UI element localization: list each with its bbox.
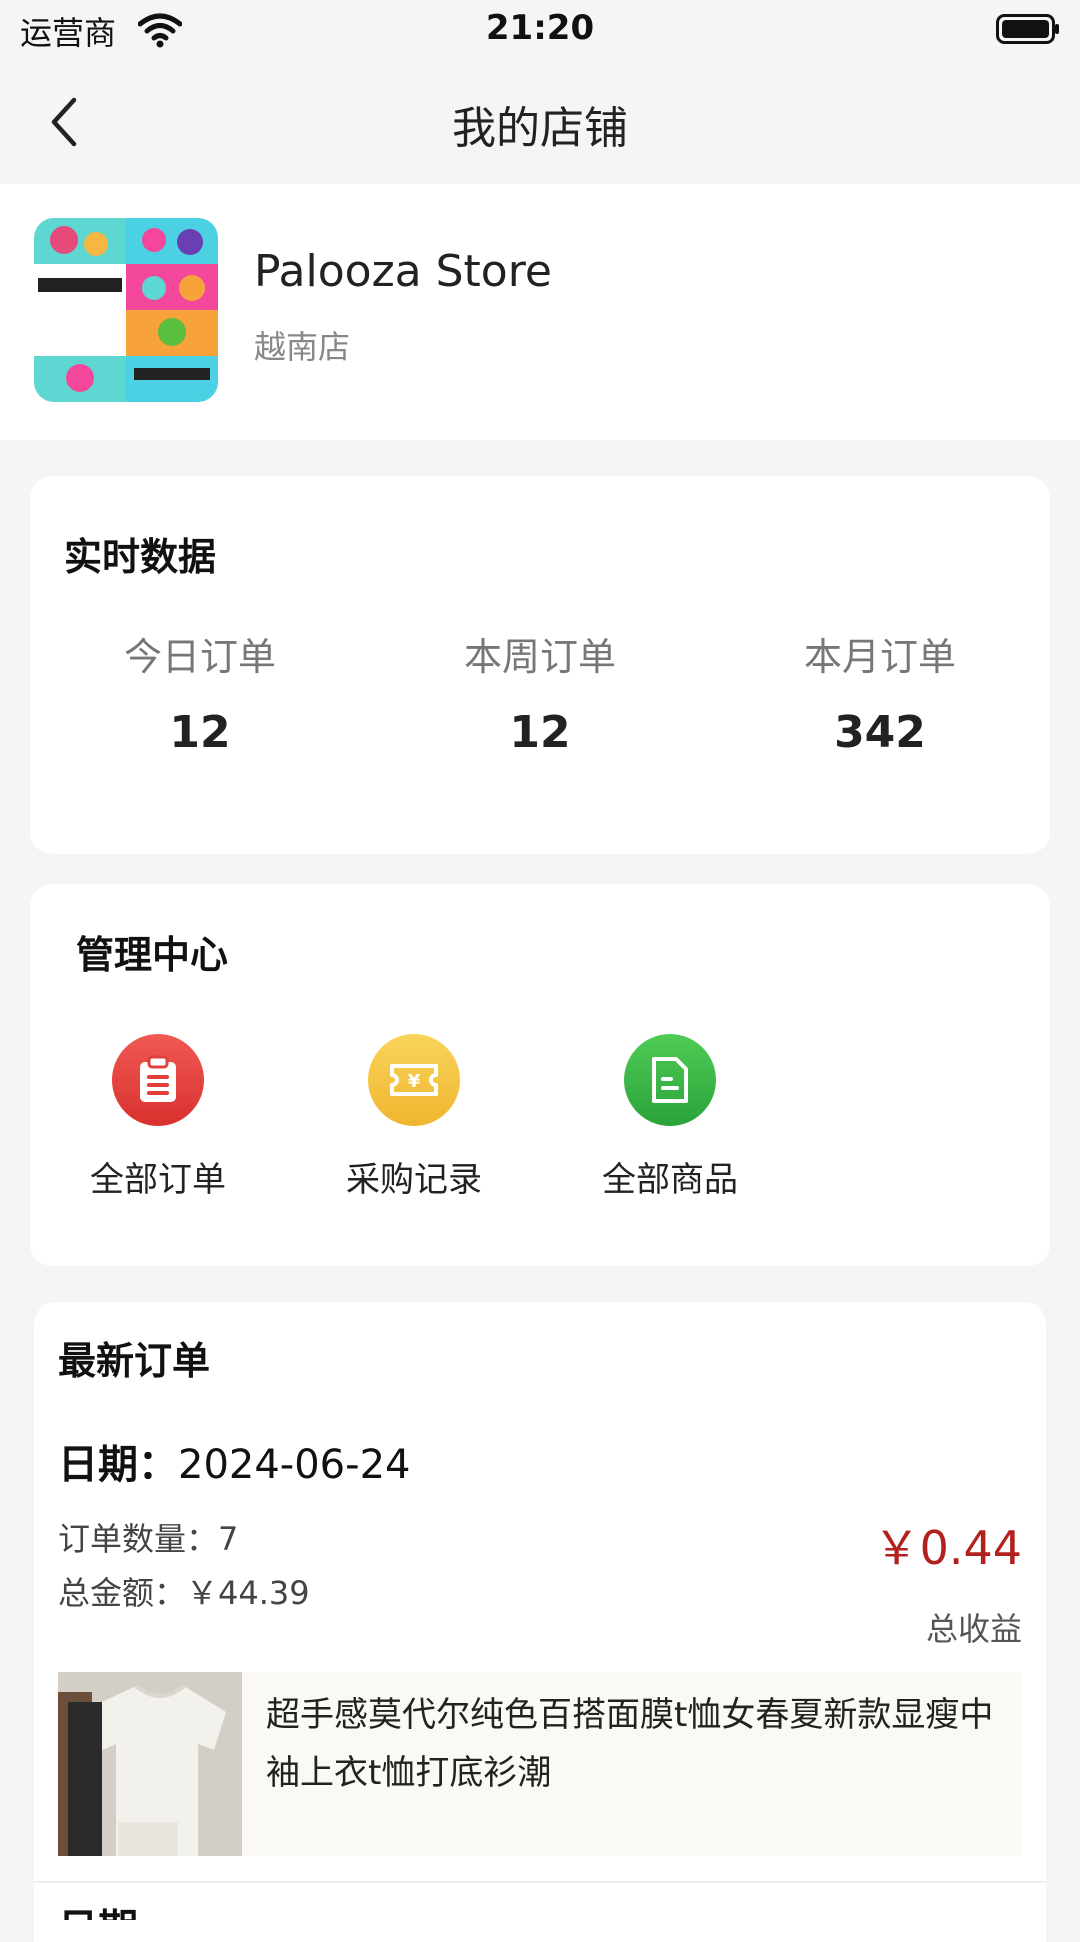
- management-center-card: 管理中心 全部订单 ¥ 采购记录 全部商品: [30, 884, 1050, 1266]
- ticket-yen-icon: ¥: [368, 1034, 460, 1126]
- page-title: 我的店铺: [452, 103, 628, 154]
- realtime-data-title: 实时数据: [64, 535, 217, 579]
- stat-value: 342: [834, 707, 926, 758]
- all-orders-button[interactable]: 全部订单: [48, 1034, 268, 1201]
- management-title: 管理中心: [76, 933, 229, 977]
- battery-icon: [996, 14, 1059, 44]
- store-region: 越南店: [254, 328, 351, 366]
- stat-value: 12: [509, 707, 571, 758]
- store-name: Palooza Store: [254, 246, 552, 297]
- stat-month[interactable]: 本月订单 342: [710, 626, 1050, 758]
- tool-label: 采购记录: [346, 1160, 482, 1200]
- document-icon: [624, 1034, 716, 1126]
- product-title: 超手感莫代尔纯色百搭面膜t恤女春夏新款显瘦中袖上衣t恤打底衫潮: [266, 1695, 994, 1793]
- order-date: 2024-06-24: [178, 1442, 411, 1488]
- store-logo: [34, 218, 218, 402]
- order-date-label: 日期：: [58, 1442, 178, 1488]
- purchase-records-button[interactable]: ¥ 采购记录: [304, 1034, 524, 1201]
- tool-label: 全部订单: [90, 1160, 226, 1200]
- stat-label: 本周订单: [463, 635, 616, 679]
- divider: [34, 1881, 1046, 1883]
- latest-orders-title: 最新订单: [58, 1339, 211, 1383]
- product-thumbnail[interactable]: [58, 1672, 242, 1856]
- tshirt-image: [58, 1672, 242, 1856]
- stat-label: 今日订单: [123, 635, 276, 679]
- stat-value: 12: [169, 707, 231, 758]
- total-profit-value: ￥0.44: [873, 1521, 1022, 1575]
- clipboard-icon: [112, 1034, 204, 1126]
- all-products-button[interactable]: 全部商品: [560, 1034, 780, 1201]
- tool-label: 全部商品: [602, 1160, 738, 1200]
- order-date-row: 日期：2024-06-24: [58, 1432, 410, 1490]
- next-order-date-label: 日期: [58, 1896, 138, 1920]
- stat-label: 本月订单: [803, 635, 956, 679]
- svg-text:¥: ¥: [408, 1071, 421, 1092]
- order-count-label: 订单数量：: [58, 1520, 219, 1558]
- total-profit-label: 总收益: [925, 1610, 1022, 1648]
- order-total: ￥44.39: [186, 1574, 310, 1612]
- order-total-label: 总金额：: [58, 1574, 187, 1612]
- stat-today[interactable]: 今日订单 12: [30, 626, 370, 758]
- order-count-row: 订单数量：7: [58, 1514, 238, 1560]
- stat-week[interactable]: 本周订单 12: [370, 626, 710, 758]
- order-total-row: 总金额：￥44.39: [58, 1568, 310, 1614]
- realtime-data-card: 实时数据 今日订单 12 本周订单 12 本月订单 342: [30, 476, 1050, 854]
- status-time: 21:20: [485, 8, 595, 48]
- order-count: 7: [218, 1520, 239, 1558]
